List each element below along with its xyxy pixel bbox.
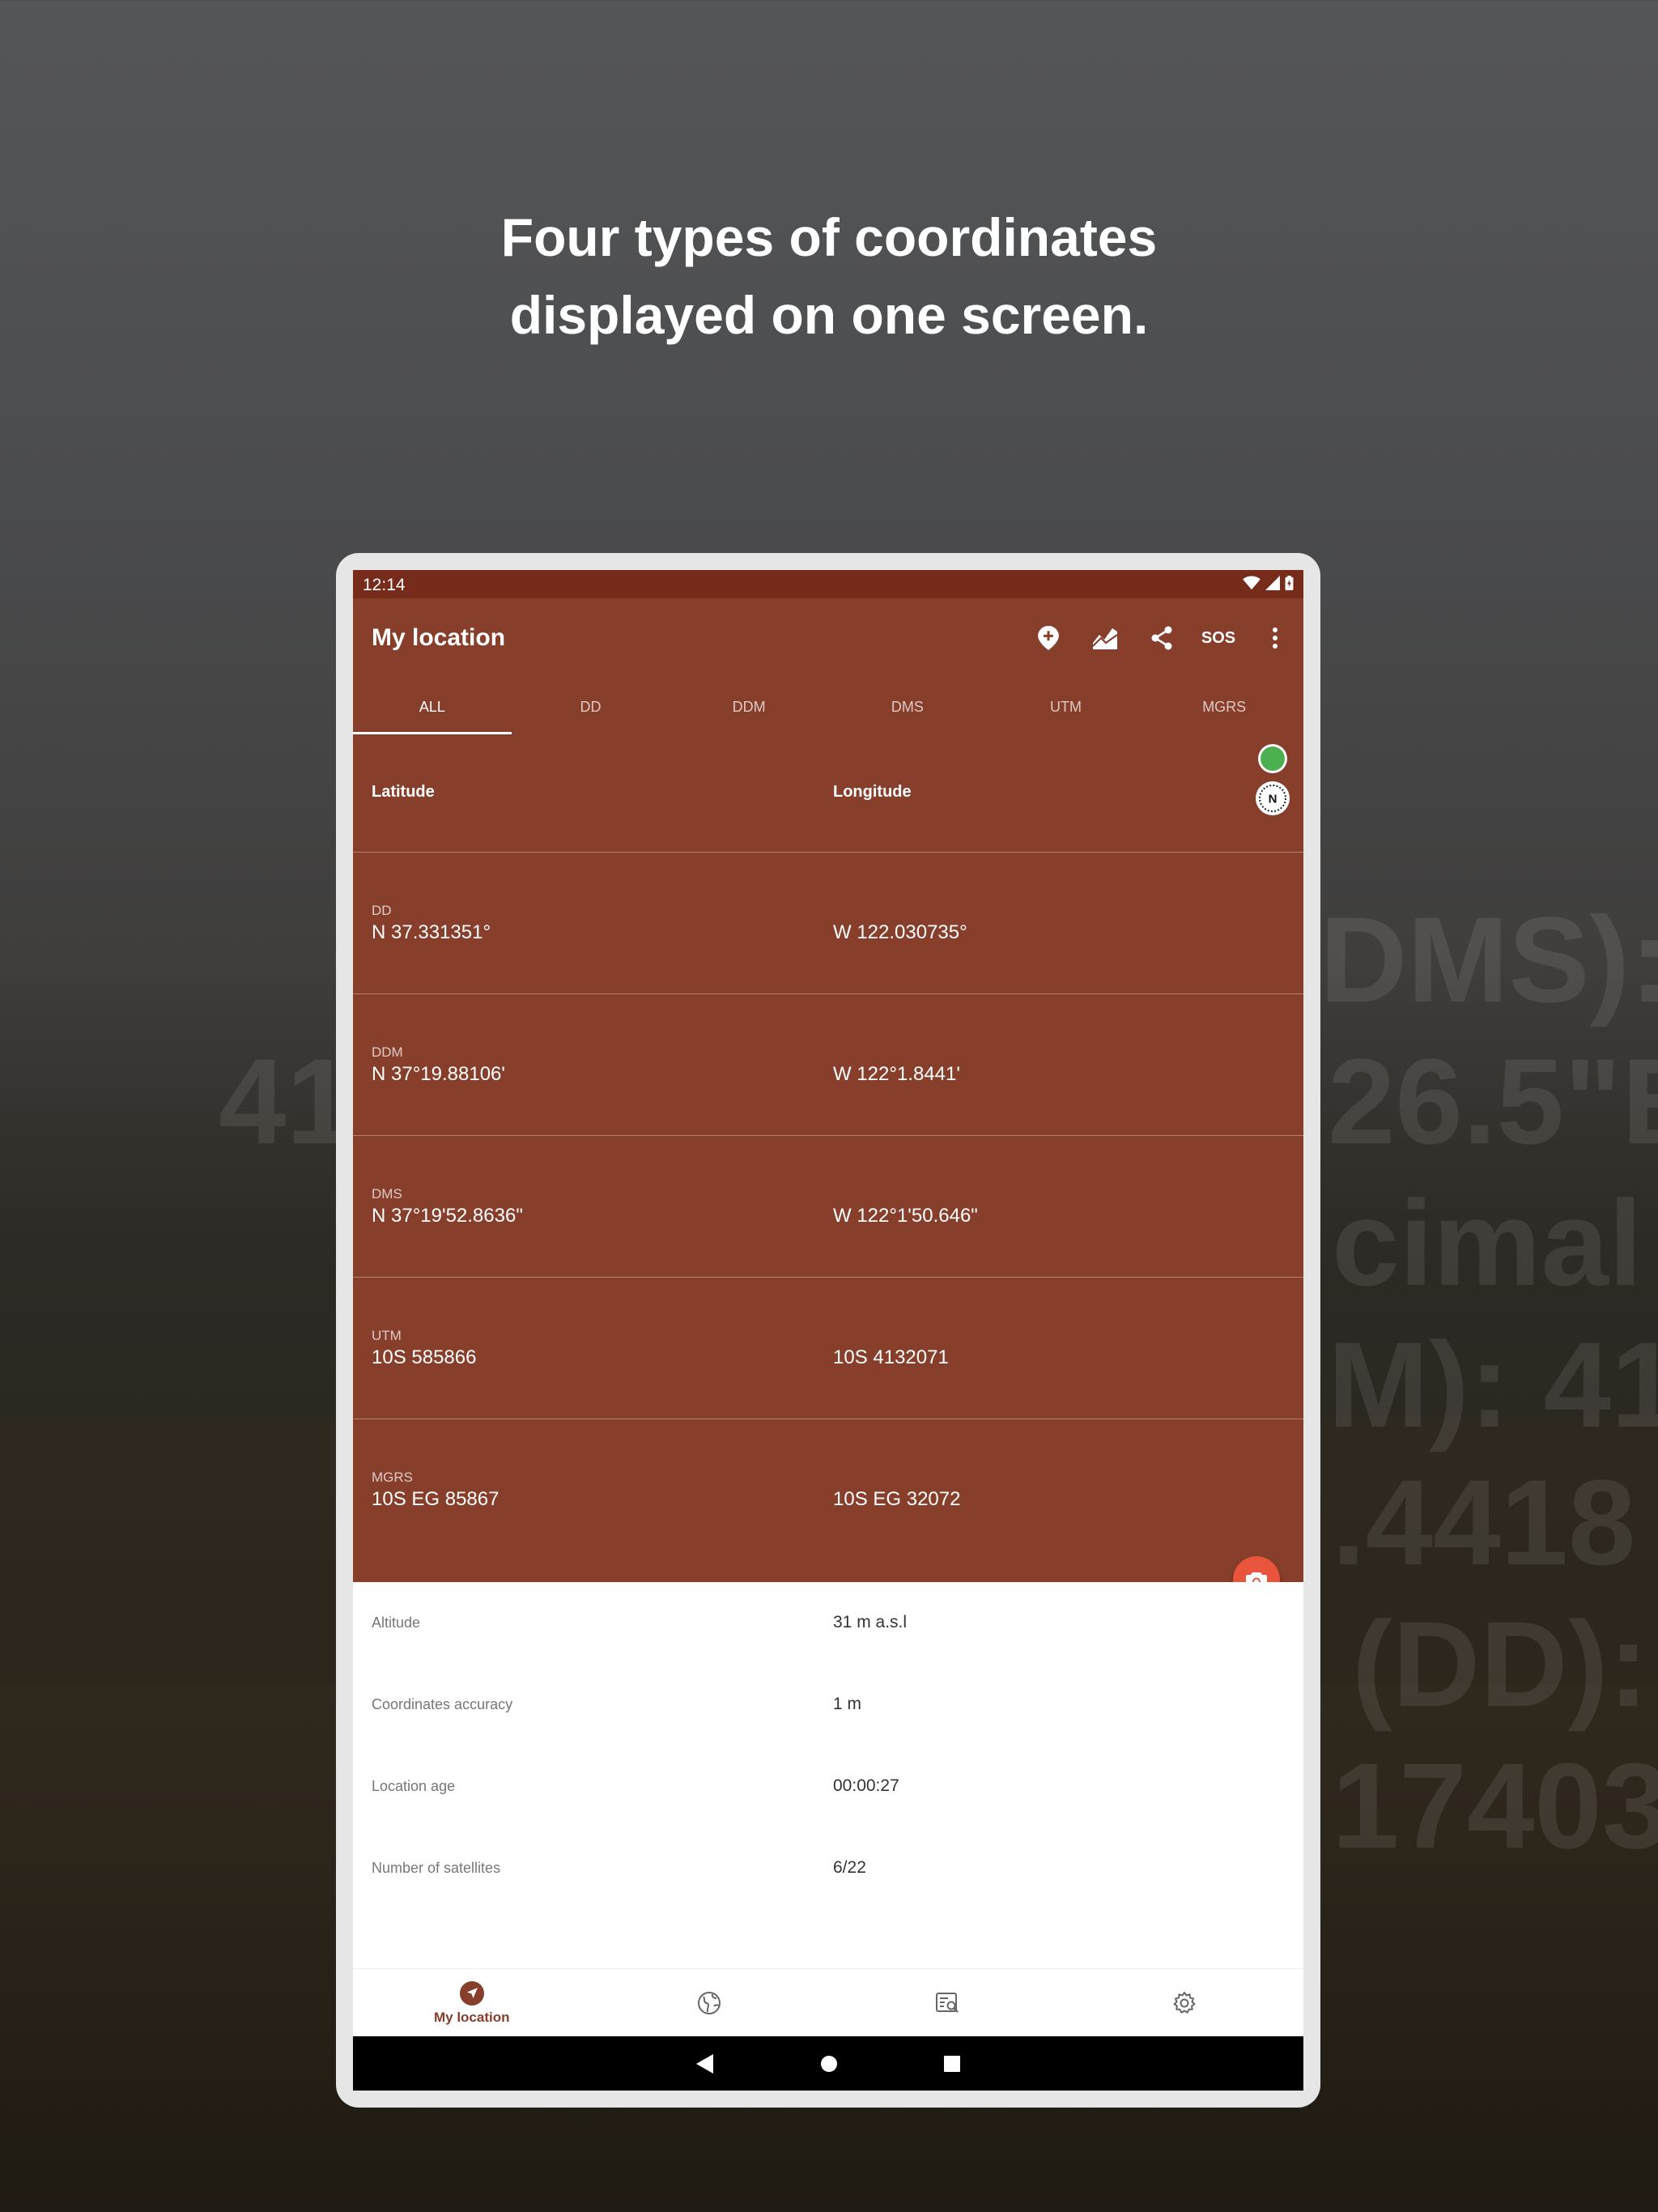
wifi-icon — [1243, 576, 1261, 590]
signal-icon — [1265, 576, 1280, 590]
background-text: 41 — [219, 1033, 354, 1169]
longitude-value[interactable]: 10S EG 32072 — [833, 1488, 960, 1511]
coord-row-utm: UTM 10S 585866 10S 4132071 — [353, 1278, 1303, 1419]
info-label: Location age — [372, 1778, 456, 1794]
background-text: (DD): — [1352, 1596, 1649, 1732]
recents-icon[interactable] — [943, 2055, 961, 2073]
info-value: 31 m a.s.l — [833, 1613, 908, 1631]
gear-icon — [1173, 1992, 1196, 2014]
background-text: 26.5"E — [1328, 1033, 1658, 1169]
latitude-value[interactable]: 10S 585866 — [372, 1346, 476, 1369]
latitude-value[interactable]: N 37°19.88106' — [372, 1063, 505, 1086]
info-label: Number of satellites — [372, 1860, 501, 1876]
sos-button[interactable]: SOS — [1190, 610, 1247, 666]
more-vert-icon — [1273, 627, 1278, 649]
status-time: 12:14 — [363, 576, 406, 594]
location-details: Altitude 31 m a.s.l Coordinates accuracy… — [353, 1582, 1303, 1968]
nav-search-places[interactable] — [828, 1969, 1066, 2037]
compass-icon[interactable]: N — [1255, 781, 1290, 816]
latitude-header: Latitude — [372, 783, 435, 801]
share-icon — [1151, 626, 1172, 650]
coord-type-label: DD — [372, 903, 392, 918]
elevation-chart-icon — [1093, 628, 1117, 649]
info-row-accuracy: Coordinates accuracy 1 m — [353, 1664, 1303, 1746]
longitude-header: Longitude — [833, 783, 912, 801]
add-location-button[interactable] — [1020, 610, 1077, 666]
coord-row-mgrs: MGRS 10S EG 85867 10S EG 32072 — [353, 1419, 1303, 1560]
tablet-frame: 12:14 My location SOS ALL DD DDM DMS UTM… — [336, 553, 1320, 2108]
info-label: Altitude — [372, 1614, 421, 1631]
nav-map[interactable] — [591, 1969, 829, 2037]
info-value: 1 m — [833, 1695, 862, 1713]
system-navigation-bar — [353, 2036, 1303, 2091]
longitude-value[interactable]: W 122°1.8441' — [833, 1063, 960, 1086]
page-title: My location — [372, 624, 506, 651]
coord-type-label: MGRS — [372, 1470, 413, 1485]
coordinates-panel: Latitude Longitude N DD N 37.331351° W 1… — [353, 734, 1303, 1582]
info-value: 00:00:27 — [833, 1776, 899, 1795]
tab-ddm[interactable]: DDM — [670, 678, 828, 734]
navigation-arrow-icon — [459, 1981, 484, 2006]
info-row-satellites: Number of satellites 6/22 — [353, 1827, 1303, 1909]
background-text: 17403 — [1332, 1738, 1658, 1874]
background-text: .4418 — [1332, 1454, 1636, 1590]
status-bar: 12:14 — [353, 570, 1303, 598]
map-search-icon — [935, 1993, 959, 2013]
bottom-navigation: My location — [353, 1968, 1303, 2037]
tab-utm[interactable]: UTM — [987, 678, 1146, 734]
headline-line-2: displayed on one screen. — [509, 285, 1149, 345]
coordinates-header: Latitude Longitude N — [353, 734, 1303, 853]
tab-mgrs[interactable]: MGRS — [1145, 678, 1303, 734]
coordinate-tabs: ALL DD DDM DMS UTM MGRS — [353, 678, 1303, 734]
tab-dd[interactable]: DD — [512, 678, 670, 734]
info-row-altitude: Altitude 31 m a.s.l — [353, 1582, 1303, 1664]
globe-icon — [698, 1992, 721, 2014]
app-bar-actions: SOS — [1020, 598, 1303, 678]
tab-dms[interactable]: DMS — [828, 678, 987, 734]
longitude-value[interactable]: W 122°1'50.646" — [833, 1205, 978, 1227]
add-location-icon — [1038, 626, 1059, 650]
tab-all[interactable]: ALL — [353, 678, 512, 734]
elevation-chart-button[interactable] — [1077, 610, 1133, 666]
headline: Four types of coordinates displayed on o… — [0, 198, 1658, 354]
background-text: M): 41 — [1328, 1317, 1658, 1453]
home-icon[interactable] — [820, 2055, 838, 2073]
latitude-value[interactable]: N 37.331351° — [372, 921, 491, 944]
info-row-location-age: Location age 00:00:27 — [353, 1746, 1303, 1827]
background-text: cimal — [1332, 1175, 1643, 1311]
coord-type-label: DMS — [372, 1186, 402, 1202]
latitude-value[interactable]: 10S EG 85867 — [372, 1488, 499, 1511]
status-icons — [1243, 576, 1294, 590]
info-label: Coordinates accuracy — [372, 1696, 513, 1712]
headline-line-1: Four types of coordinates — [500, 207, 1158, 267]
battery-icon — [1285, 576, 1294, 590]
nav-label: My location — [433, 2010, 510, 2025]
coord-type-label: UTM — [372, 1328, 402, 1343]
longitude-value[interactable]: W 122.030735° — [833, 921, 967, 944]
info-value: 6/22 — [833, 1858, 866, 1877]
nav-my-location[interactable]: My location — [353, 1969, 591, 2037]
coord-row-dd: DD N 37.331351° W 122.030735° — [353, 853, 1303, 994]
coord-row-dms: DMS N 37°19'52.8636" W 122°1'50.646" — [353, 1136, 1303, 1278]
coord-row-ddm: DDM N 37°19.88106' W 122°1.8441' — [353, 994, 1303, 1136]
more-options-button[interactable] — [1247, 610, 1303, 666]
latitude-value[interactable]: N 37°19'52.8636" — [372, 1205, 523, 1227]
compass-north-label: N — [1269, 793, 1278, 806]
back-icon[interactable] — [695, 2053, 715, 2074]
nav-settings[interactable] — [1066, 1969, 1304, 2037]
coord-type-label: DDM — [372, 1044, 403, 1060]
share-button[interactable] — [1133, 610, 1190, 666]
background-text: DMS): — [1320, 891, 1658, 1027]
app-screen: 12:14 My location SOS ALL DD DDM DMS UTM… — [353, 570, 1303, 2091]
gps-status-indicator — [1261, 747, 1285, 771]
app-bar: My location SOS — [353, 598, 1303, 678]
longitude-value[interactable]: 10S 4132071 — [833, 1346, 949, 1369]
